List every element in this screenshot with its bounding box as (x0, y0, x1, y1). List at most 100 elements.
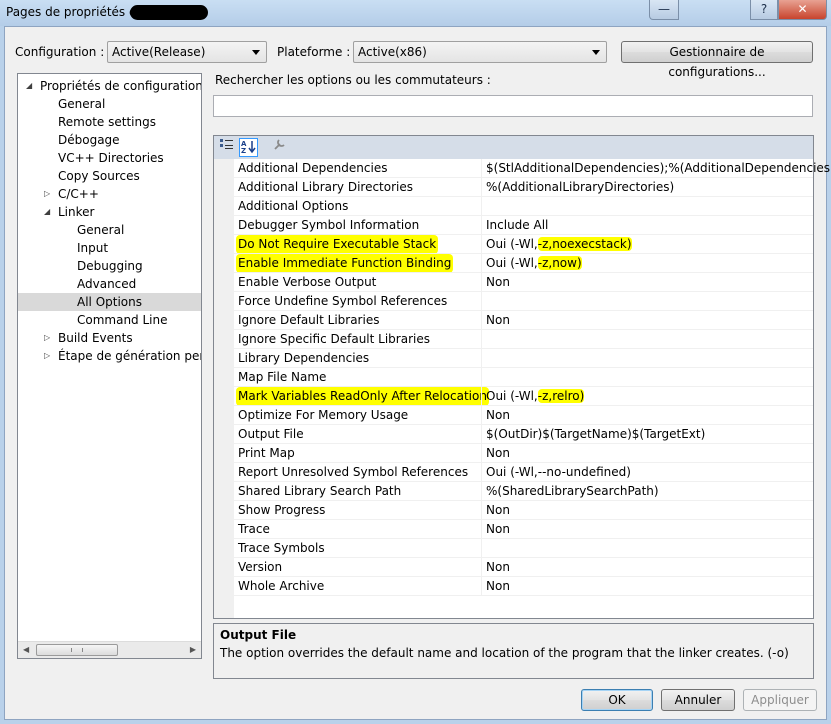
property-tree[interactable]: ◢ Propriétés de configuration General Remot… (17, 73, 202, 659)
property-name: Do Not Require Executable Stack (236, 235, 439, 254)
grid-row[interactable]: Force Undefine Symbol References (234, 292, 813, 311)
tree-item[interactable]: Remote settings (56, 113, 158, 131)
scrollbar-thumb[interactable] (36, 644, 118, 656)
column-divider (481, 482, 482, 501)
property-name: Additional Options (238, 199, 349, 213)
configuration-dropdown[interactable]: Active(Release) (107, 41, 267, 63)
property-value[interactable]: Non (486, 577, 510, 596)
tree-item[interactable]: All Options (18, 293, 201, 311)
column-divider (481, 311, 482, 330)
property-value[interactable]: $(OutDir)$(TargetName)$(TargetExt) (486, 425, 705, 444)
grid-row[interactable]: Ignore Specific Default Libraries (234, 330, 813, 349)
tree-horizontal-scrollbar[interactable]: ◀ ▶ (18, 641, 201, 658)
property-name: Shared Library Search Path (238, 484, 402, 498)
expand-arrow-icon[interactable]: ▷ (44, 185, 50, 203)
grid-row[interactable]: Output File $(OutDir)$(TargetName)$(Targe… (234, 425, 813, 444)
tree-item[interactable]: Propriétés de configuration (38, 77, 201, 95)
configuration-manager-button[interactable]: Gestionnaire de configurations... (621, 41, 813, 79)
property-value[interactable]: Non (486, 501, 510, 520)
property-value[interactable]: Oui (-Wl,--no-undefined) (486, 463, 631, 482)
tree-item[interactable]: Étape de génération person (56, 347, 201, 365)
tree-item[interactable]: Linker (56, 203, 96, 221)
tree-item[interactable]: General (56, 95, 107, 113)
grid-row[interactable]: Show Progress Non (234, 501, 813, 520)
scroll-right-icon[interactable]: ▶ (190, 645, 196, 654)
grid-row[interactable]: Debugger Symbol Information Include All (234, 216, 813, 235)
collapse-arrow-icon[interactable]: ◢ (26, 77, 32, 95)
column-divider (481, 387, 482, 406)
tree-item[interactable]: Copy Sources (56, 167, 142, 185)
property-value-highlight: -z,now) (537, 256, 582, 270)
property-value[interactable]: %(AdditionalLibraryDirectories) (486, 178, 674, 197)
property-value-prefix: Oui (-Wl, (486, 389, 538, 403)
tree-item[interactable]: VC++ Directories (56, 149, 166, 167)
column-divider (481, 539, 482, 558)
collapse-arrow-icon[interactable]: ◢ (44, 203, 50, 221)
property-value[interactable]: Include All (486, 216, 548, 235)
property-value[interactable]: Oui (-Wl,-z,relro) (486, 387, 585, 406)
cancel-button[interactable]: Annuler (661, 689, 735, 711)
property-value[interactable]: $(StlAdditionalDependencies);%(Additiona… (486, 159, 831, 178)
column-divider (481, 444, 482, 463)
grid-row[interactable]: Optimize For Memory Usage Non (234, 406, 813, 425)
grid-row[interactable]: Shared Library Search Path %(SharedLibrar… (234, 482, 813, 501)
grid-row[interactable]: Print Map Non (234, 444, 813, 463)
alphabetical-sort-icon[interactable]: AZ (239, 138, 258, 157)
column-divider (481, 273, 482, 292)
property-value[interactable]: Non (486, 558, 510, 577)
property-value-prefix: Oui (-Wl, (486, 256, 538, 270)
grid-row[interactable]: Report Unresolved Symbol References Oui (… (234, 463, 813, 482)
grid-row[interactable]: Library Dependencies (234, 349, 813, 368)
property-name: Optimize For Memory Usage (238, 408, 409, 422)
grid-row[interactable]: Map File Name (234, 368, 813, 387)
grid-row[interactable]: Whole Archive Non (234, 577, 813, 596)
property-pages-icon[interactable] (270, 138, 289, 157)
categorized-view-icon[interactable] (217, 138, 236, 157)
property-value[interactable]: Oui (-Wl,-z,now) (486, 254, 582, 273)
scroll-left-icon[interactable]: ◀ (23, 645, 29, 654)
tree-item[interactable]: Command Line (75, 311, 170, 329)
help-button[interactable]: ? (750, 0, 778, 20)
property-value[interactable]: Non (486, 444, 510, 463)
property-value[interactable]: Non (486, 273, 510, 292)
property-name: Enable Immediate Function Binding (236, 254, 454, 273)
tree-item[interactable]: Débogage (56, 131, 122, 149)
expand-arrow-icon[interactable]: ▷ (44, 329, 50, 347)
ok-button[interactable]: OK (581, 689, 653, 711)
apply-button[interactable]: Appliquer (743, 689, 817, 711)
grid-row[interactable]: Trace Symbols (234, 539, 813, 558)
property-value[interactable]: Non (486, 406, 510, 425)
tree-item[interactable]: Debugging (75, 257, 145, 275)
grid-toolbar: AZ (214, 136, 813, 159)
search-input[interactable] (213, 95, 813, 117)
minimize-button[interactable]: — (649, 0, 679, 20)
property-name: Whole Archive (238, 579, 325, 593)
grid-row[interactable]: Ignore Default Libraries Non (234, 311, 813, 330)
column-divider (481, 197, 482, 216)
tree-item[interactable]: General (75, 221, 126, 239)
property-value[interactable]: Non (486, 520, 510, 539)
property-value[interactable]: Oui (-Wl,-z,noexecstack) (486, 235, 632, 254)
tree-item[interactable]: Build Events (56, 329, 135, 347)
grid-row[interactable]: Additional Library Directories %(Addition… (234, 178, 813, 197)
tree-item[interactable]: C/C++ (56, 185, 101, 203)
property-value[interactable]: Non (486, 311, 510, 330)
grid-row[interactable]: Version Non (234, 558, 813, 577)
grid-row[interactable]: Additional Dependencies $(StlAdditionalDe… (234, 159, 831, 178)
grid-row[interactable]: Mark Variables ReadOnly After Relocation… (234, 387, 813, 406)
grid-row[interactable]: Additional Options (234, 197, 813, 216)
expand-arrow-icon[interactable]: ▷ (44, 347, 50, 365)
grid-row[interactable]: Enable Immediate Function Binding Oui (-W… (234, 254, 813, 273)
column-divider (481, 558, 482, 577)
close-button[interactable]: ✕ (778, 0, 827, 20)
tree-item[interactable]: Input (75, 239, 110, 257)
platform-dropdown[interactable]: Active(x86) (353, 41, 607, 63)
grid-row[interactable]: Do Not Require Executable Stack Oui (-Wl,… (234, 235, 813, 254)
property-name: Ignore Default Libraries (238, 313, 380, 327)
column-divider (481, 178, 482, 197)
tree-item[interactable]: Advanced (75, 275, 138, 293)
property-value[interactable]: %(SharedLibrarySearchPath) (486, 482, 659, 501)
title-bar[interactable]: Pages de propriétés de — ? ✕ (0, 0, 831, 26)
grid-row[interactable]: Enable Verbose Output Non (234, 273, 813, 292)
grid-row[interactable]: Trace Non (234, 520, 813, 539)
